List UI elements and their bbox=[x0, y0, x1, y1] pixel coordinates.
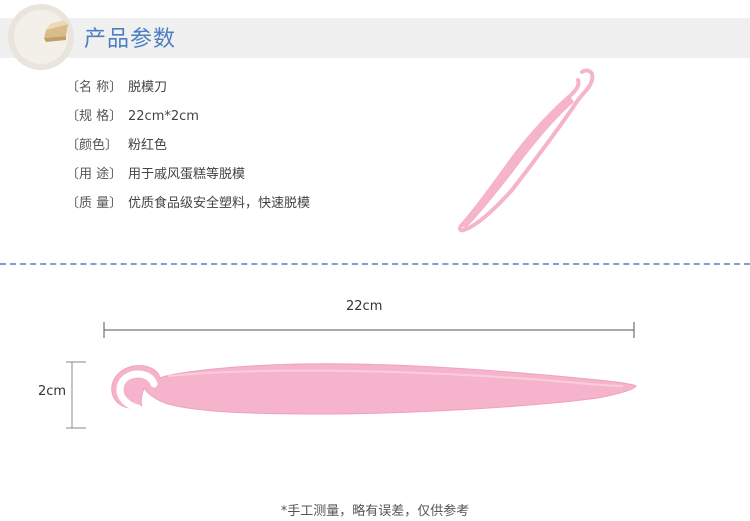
footnote: *手工测量，略有误差，仅供参考 bbox=[280, 504, 470, 519]
dimension-lines bbox=[66, 322, 635, 429]
product-image-horizontal bbox=[98, 354, 643, 420]
